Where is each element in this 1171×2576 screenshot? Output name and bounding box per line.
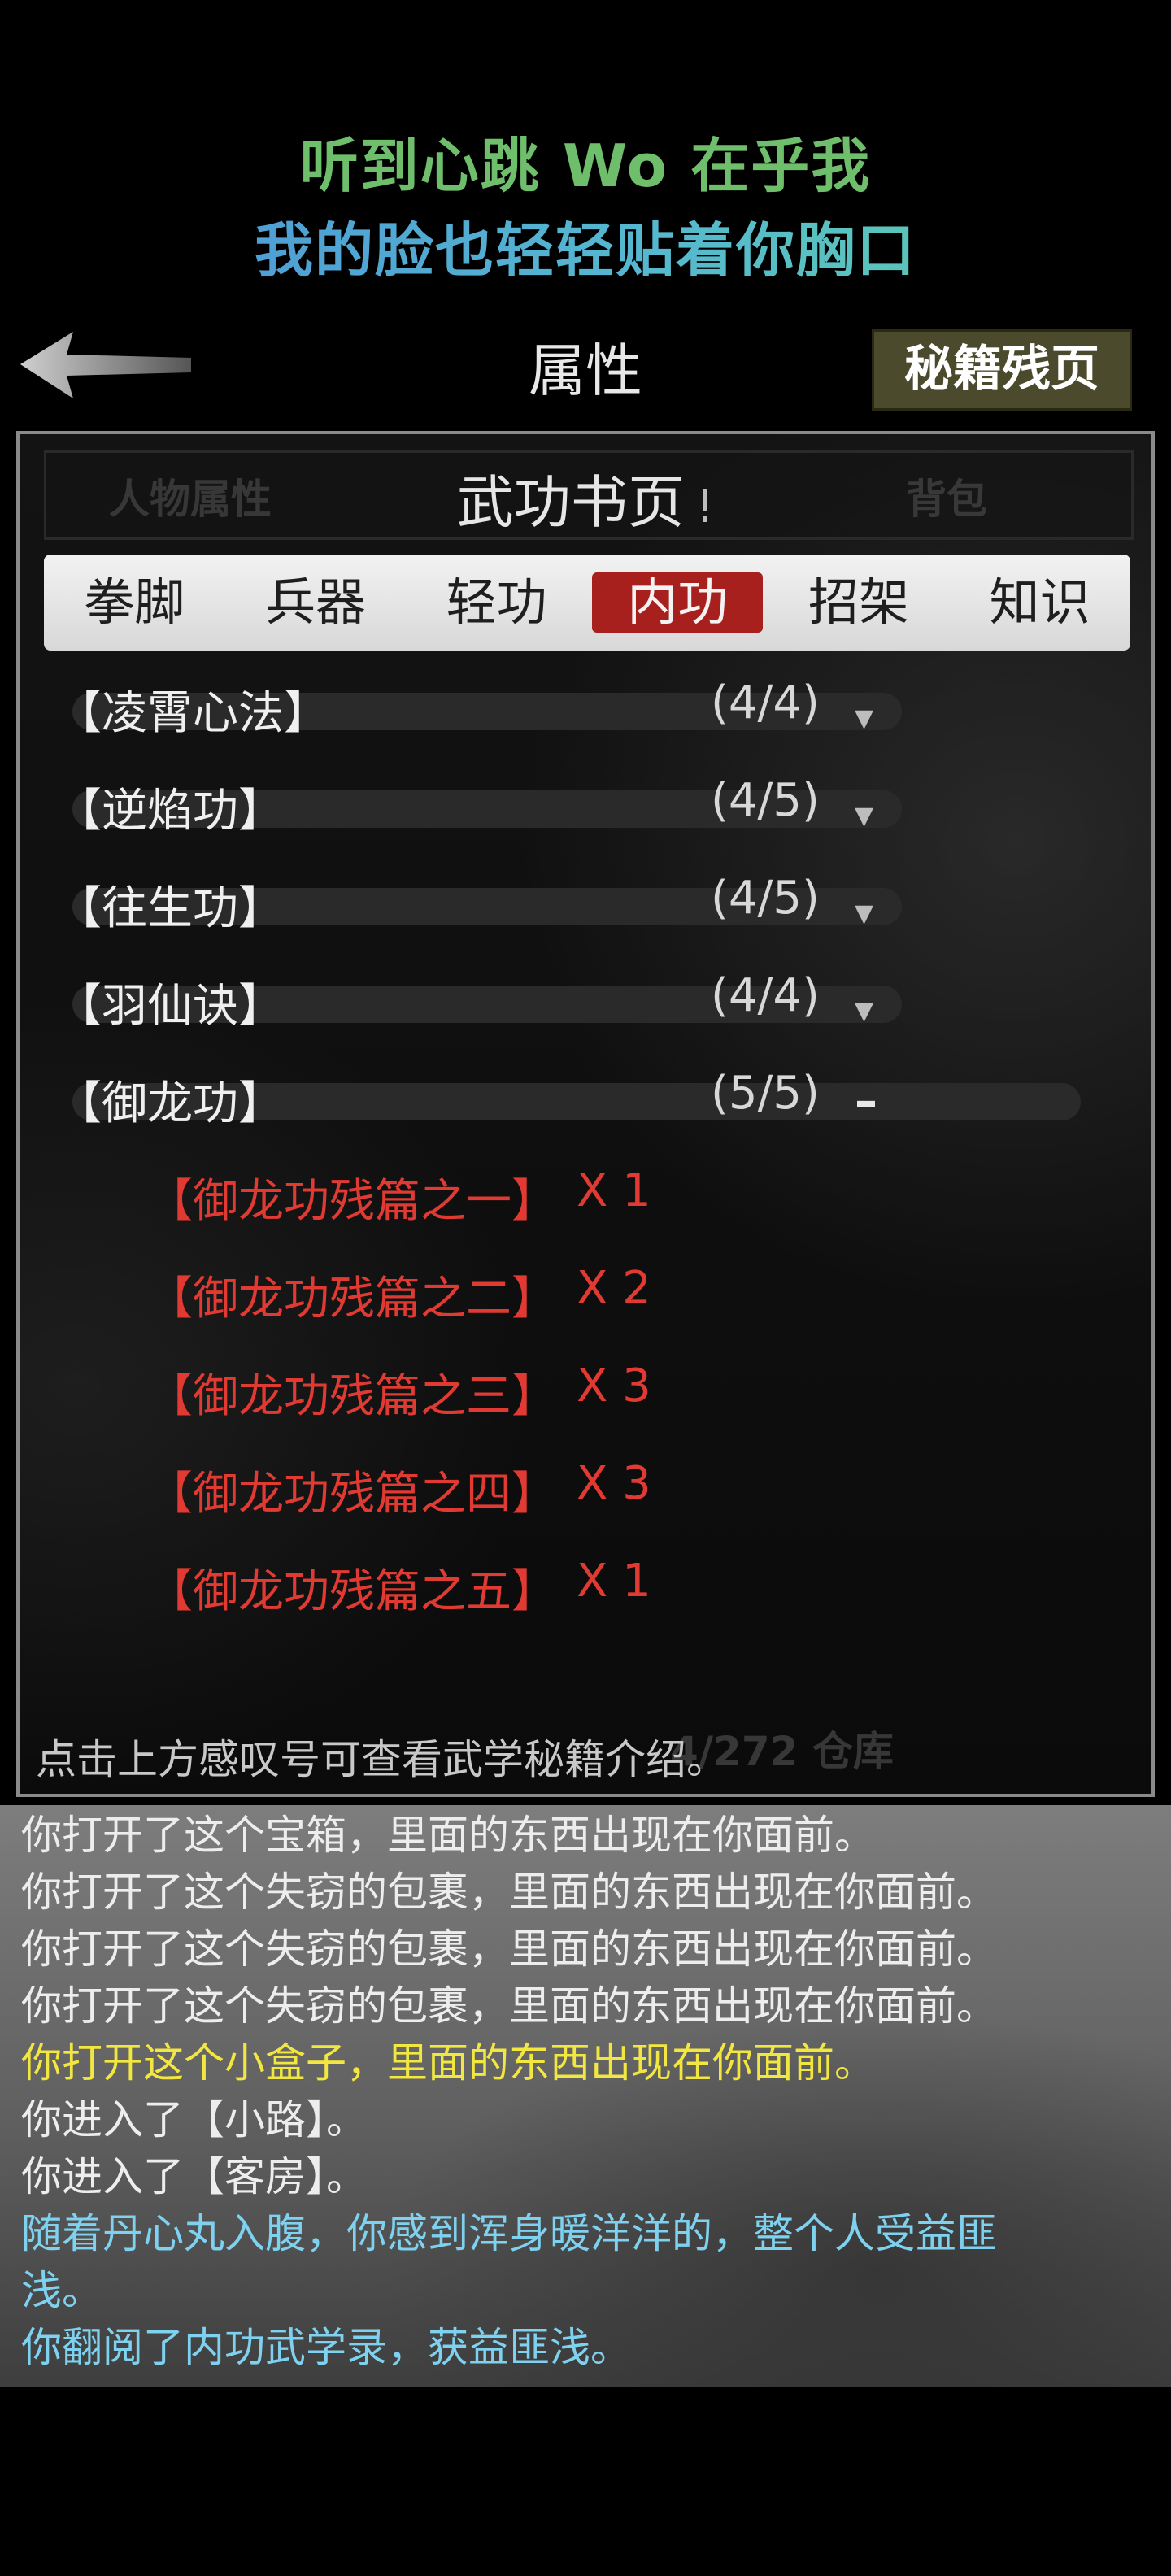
log-line: 你打开了这个失窃的包裹，里面的东西出现在你面前。 (21, 1925, 997, 1973)
skill-book-panel: 人物属性 背包 4/272 仓库 武功书页! 拳脚 兵器 轻功 内功 招架 知识… (16, 431, 1155, 1797)
hint-text: 点击上方感叹号可查看武学秘籍介绍。 (36, 1736, 727, 1783)
skill-name: 【往生功】 (56, 882, 284, 935)
log-line: 你进入了【小路】。 (21, 2096, 367, 2143)
panel-title: 武功书页! (20, 457, 1151, 539)
log-line: 你打开了这个宝箱，里面的东西出现在你面前。 (21, 1812, 875, 1859)
fragment-row: 【御龙功残篇之一】 X 1 (56, 1150, 1130, 1247)
skill-row-expanded[interactable]: 【御龙功】 (5/5) – (56, 1052, 1130, 1150)
lyric-line-2: 我的脸也轻轻贴着你胸口 (0, 210, 1171, 291)
skill-row[interactable]: 【逆焰功】 (4/5) ▼ (56, 759, 1130, 857)
lyric-line-1: 听到心跳 Wo 在乎我 (299, 132, 872, 200)
skill-name: 【凌霄心法】 (56, 687, 329, 740)
skill-name: 【羽仙诀】 (56, 980, 284, 1033)
tab-fist-kick[interactable]: 拳脚 (49, 572, 220, 633)
skill-name: 【逆焰功】 (56, 785, 284, 838)
skill-count: (5/5) (711, 1067, 820, 1120)
expand-triangle-icon[interactable]: ▼ (855, 802, 873, 830)
skill-row[interactable]: 【往生功】 (4/5) ▼ (56, 857, 1130, 955)
log-line: 你进入了【客房】。 (21, 2153, 367, 2200)
fragment-name: 【御龙功残篇之三】 (147, 1370, 557, 1423)
fragment-qty: X 3 (577, 1360, 651, 1412)
fragment-qty: X 2 (577, 1262, 651, 1315)
fragment-row: 【御龙功残篇之三】 X 3 (56, 1345, 1130, 1442)
lyrics-overlay: 听到心跳 Wo 在乎我 我的脸也轻轻贴着你胸口 (0, 122, 1171, 291)
skill-row[interactable]: 【羽仙诀】 (4/4) ▼ (56, 955, 1130, 1052)
fragment-row: 【御龙功残篇之四】 X 3 (56, 1442, 1130, 1540)
log-line: 你翻阅了内功武学录，获益匪浅。 (21, 2324, 631, 2371)
skill-row[interactable]: 【凌霄心法】 (4/4) ▼ (56, 662, 1130, 759)
log-line: 随着丹心丸入腹，你感到浑身暖洋洋的，整个人受益匪 (21, 2210, 997, 2257)
log-line: 浅。 (21, 2267, 102, 2314)
skill-count: (4/4) (711, 677, 820, 729)
skill-list: 【凌霄心法】 (4/4) ▼ 【逆焰功】 (4/5) ▼ 【往生功】 (4/5)… (56, 662, 1130, 1638)
fragment-row: 【御龙功残篇之五】 X 1 (56, 1540, 1130, 1638)
secret-pages-button[interactable]: 秘籍残页 (872, 329, 1132, 411)
fragment-row: 【御龙功残篇之二】 X 2 (56, 1247, 1130, 1345)
expand-triangle-icon[interactable]: ▼ (855, 704, 873, 733)
skill-count: (4/4) (711, 969, 820, 1022)
skill-name: 【御龙功】 (56, 1077, 284, 1130)
log-line: 你打开了这个失窃的包裹，里面的东西出现在你面前。 (21, 1982, 997, 2030)
panel-title-text: 武功书页 (456, 469, 685, 536)
tab-internal[interactable]: 内功 (592, 572, 764, 633)
fragment-name: 【御龙功残篇之二】 (147, 1273, 557, 1325)
log-line: 你打开这个小盒子，里面的东西出现在你面前。 (21, 2039, 875, 2086)
expand-triangle-icon[interactable]: ▼ (855, 899, 873, 928)
log-line: 你打开了这个失窃的包裹，里面的东西出现在你面前。 (21, 1869, 997, 1916)
fragment-qty: X 1 (577, 1555, 651, 1608)
fragment-name: 【御龙功残篇之四】 (147, 1468, 557, 1521)
tab-knowledge[interactable]: 知识 (955, 572, 1125, 633)
fragment-qty: X 3 (577, 1457, 651, 1510)
skill-count: (4/5) (711, 872, 820, 925)
skill-category-tabs: 拳脚 兵器 轻功 内功 招架 知识 (44, 555, 1130, 651)
tab-lightness[interactable]: 轻功 (411, 572, 582, 633)
skill-count: (4/5) (711, 774, 820, 827)
tab-parry[interactable]: 招架 (773, 572, 944, 633)
tab-weapons[interactable]: 兵器 (230, 572, 401, 633)
expand-triangle-icon[interactable]: ▼ (855, 997, 873, 1025)
collapse-minus-icon[interactable]: – (855, 1075, 877, 1128)
info-exclamation-icon[interactable]: ! (696, 481, 714, 533)
fragment-name: 【御龙功残篇之五】 (147, 1565, 557, 1618)
fragment-name: 【御龙功残篇之一】 (147, 1175, 557, 1228)
fragment-qty: X 1 (577, 1164, 651, 1217)
message-log[interactable]: 你打开了这个宝箱，里面的东西出现在你面前。 你打开了这个失窃的包裹，里面的东西出… (0, 1805, 1171, 2387)
